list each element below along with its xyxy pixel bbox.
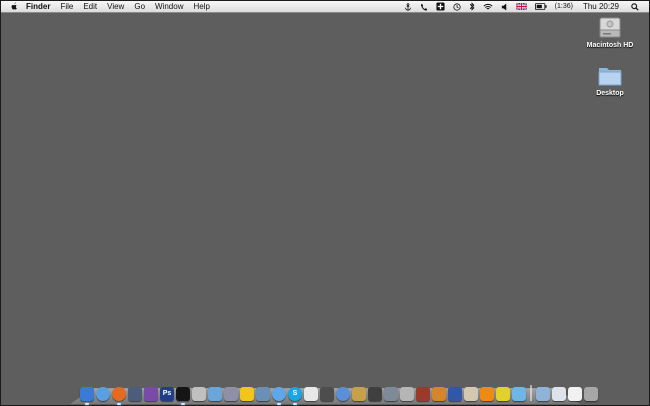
spotlight-search-icon[interactable] — [627, 1, 643, 12]
dock: Ps S — [80, 383, 598, 405]
desktop-icon-desktop[interactable]: Desktop — [578, 64, 642, 97]
dock-generic-app-icon[interactable] — [352, 387, 366, 401]
dock-generic-app-icon[interactable] — [128, 387, 142, 401]
dock-generic-app-icon[interactable] — [320, 387, 334, 401]
dock-skype-icon[interactable]: S — [288, 387, 302, 405]
hard-drive-icon — [594, 16, 626, 40]
dock-generic-app-icon[interactable] — [368, 387, 382, 401]
battery-time: (1:36) — [554, 3, 573, 10]
dock-generic-app-icon[interactable] — [448, 387, 462, 401]
dock-generic-app-icon[interactable] — [496, 387, 510, 401]
menu-window[interactable]: Window — [150, 1, 188, 12]
flag-uk-icon[interactable] — [512, 1, 531, 12]
anchor-icon[interactable] — [400, 1, 416, 12]
desktop-icon-label: Desktop — [596, 90, 624, 97]
dock-generic-app-icon[interactable] — [384, 387, 398, 401]
menu-edit[interactable]: Edit — [78, 1, 102, 12]
dock-generic-app-icon[interactable] — [432, 387, 446, 401]
dock-generic-app-icon[interactable] — [400, 387, 414, 401]
menu-view[interactable]: View — [102, 1, 129, 12]
dock-generic-app-icon[interactable] — [416, 387, 430, 401]
dock-safari-icon[interactable] — [96, 387, 110, 401]
menu-file[interactable]: File — [55, 1, 78, 12]
battery-icon[interactable] — [531, 1, 551, 12]
dock-applications-folder-icon[interactable] — [536, 387, 550, 401]
menu-help[interactable]: Help — [188, 1, 214, 12]
running-indicator — [277, 403, 281, 405]
menu-go[interactable]: Go — [129, 1, 150, 12]
menu-app-name[interactable]: Finder — [18, 1, 55, 12]
bluetooth-icon[interactable] — [465, 1, 479, 12]
apple-menu-icon[interactable] — [9, 1, 18, 12]
dock-adium-icon[interactable] — [240, 387, 254, 401]
wifi-icon[interactable] — [479, 1, 497, 12]
desktop-icon-label: Macintosh HD — [586, 42, 634, 49]
dock-glyph: Ps — [162, 390, 172, 397]
dock-documents-stack-icon[interactable] — [552, 387, 566, 401]
running-indicator — [117, 403, 121, 405]
dock-generic-app-icon[interactable] — [208, 387, 222, 401]
dock-calendar-icon[interactable] — [304, 387, 318, 401]
dock-itunes-icon[interactable] — [336, 387, 350, 401]
dock-generic-app-icon[interactable] — [256, 387, 270, 401]
dock-messages-icon[interactable] — [272, 387, 286, 405]
dock-trash-icon[interactable] — [584, 387, 598, 401]
volume-icon[interactable] — [497, 1, 512, 12]
running-indicator — [293, 403, 297, 405]
dock-terminal-icon[interactable] — [176, 387, 190, 405]
dock-separator — [530, 385, 532, 401]
dock-generic-app-icon[interactable] — [224, 387, 238, 401]
plus-box-icon[interactable] — [432, 1, 449, 12]
dock-photoshop-icon[interactable]: Ps — [160, 387, 174, 401]
running-indicator — [85, 403, 89, 405]
dock-generic-app-icon[interactable] — [512, 387, 526, 401]
dock-generic-app-icon[interactable] — [192, 387, 206, 401]
dock-firefox-icon[interactable] — [112, 387, 126, 405]
dock-glyph: S — [292, 390, 298, 397]
dock-generic-app-icon[interactable] — [464, 387, 478, 401]
phone-icon[interactable] — [416, 1, 432, 12]
running-indicator — [181, 403, 185, 405]
desktop-icon-macintosh-hd[interactable]: Macintosh HD — [578, 16, 642, 49]
folder-icon — [594, 64, 626, 88]
menu-bar: Finder File Edit View Go Window Help (1:… — [1, 1, 649, 13]
screen-border — [0, 0, 650, 406]
menu-clock[interactable]: Thu 20:29 — [577, 1, 627, 12]
dock-downloads-stack-icon[interactable] — [568, 387, 582, 401]
dock-vlc-icon[interactable] — [480, 387, 494, 401]
time-machine-icon[interactable] — [449, 1, 465, 12]
dock-finder-icon[interactable] — [80, 387, 94, 405]
dock-generic-app-icon[interactable] — [144, 387, 158, 401]
